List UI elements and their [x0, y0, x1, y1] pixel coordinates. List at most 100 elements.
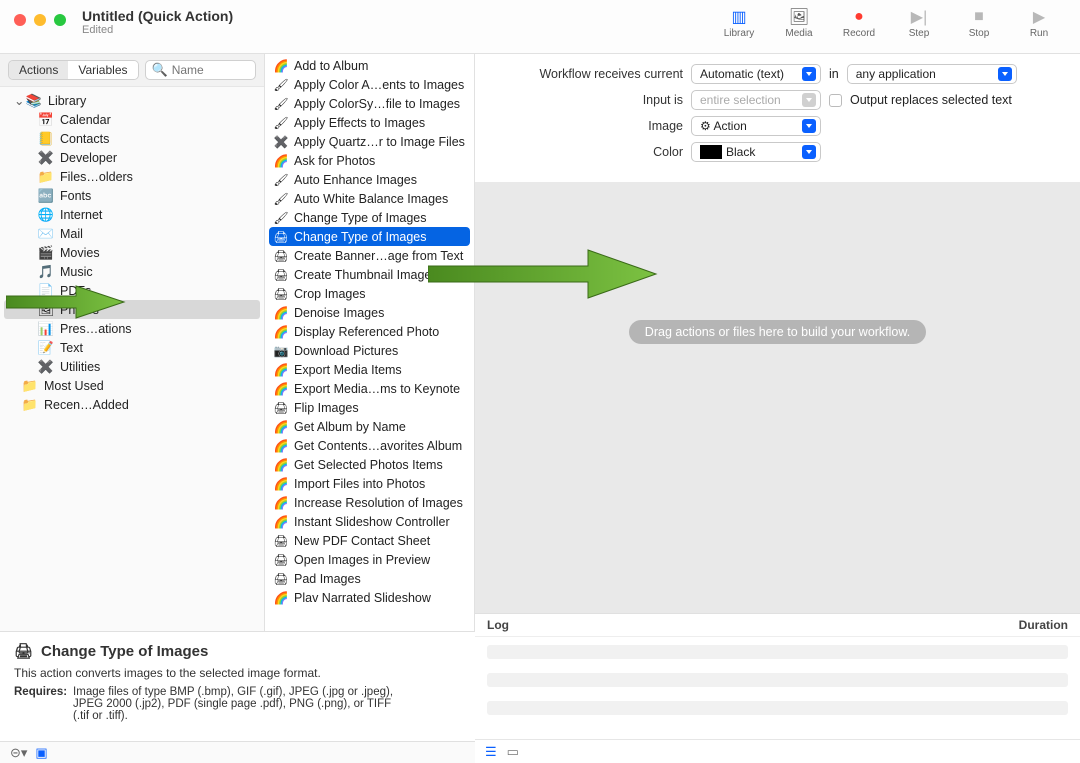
description-title: Change Type of Images [41, 643, 208, 660]
library-item-text[interactable]: 📝Text [0, 338, 264, 357]
action-get-album-by-name[interactable]: 🌈Get Album by Name [265, 417, 474, 436]
library-item-pres-ations[interactable]: 📊Pres…ations [0, 319, 264, 338]
log-col-log: Log [487, 618, 1019, 632]
workflow-config: Workflow receives current Automatic (tex… [475, 54, 1080, 182]
checkbox-output-replaces[interactable] [829, 94, 842, 107]
titlebar: Untitled (Quick Action) Edited ▥ Library… [0, 0, 1080, 54]
log-panel: Log Duration ☰ ▭ [475, 613, 1080, 763]
action-increase-resolution-of-images[interactable]: 🌈Increase Resolution of Images [265, 493, 474, 512]
log-view-flow-icon[interactable]: ▭ [507, 744, 519, 760]
step-button[interactable]: ▶| Step [898, 8, 940, 39]
search-input[interactable] [172, 63, 249, 77]
description-panel: 🖨 Change Type of Images This action conv… [0, 631, 475, 741]
preview-app-icon: 🖨 [14, 642, 33, 660]
window-controls [14, 14, 66, 26]
action-new-pdf-contact-sheet[interactable]: 🖨New PDF Contact Sheet [265, 531, 474, 550]
library-item-mail[interactable]: ✉️Mail [0, 224, 264, 243]
action-display-referenced-photo[interactable]: 🌈Display Referenced Photo [265, 322, 474, 341]
run-button[interactable]: ▶ Run [1018, 8, 1060, 39]
requires-text: Image files of type BMP (.bmp), GIF (.gi… [73, 686, 403, 722]
action-pad-images[interactable]: 🖨Pad Images [265, 569, 474, 588]
library-item-movies[interactable]: 🎬Movies [0, 243, 264, 262]
config-label-image: Image [519, 119, 683, 133]
search-field[interactable]: 🔍 [145, 60, 257, 80]
library-item-utilities[interactable]: ✖️Utilities [0, 357, 264, 376]
library-root[interactable]: ⌄📚Library [0, 91, 264, 110]
popup-image[interactable]: ⚙︎ Action [691, 116, 821, 136]
library-item-photos[interactable]: 🖼Photos [4, 300, 260, 319]
action-auto-enhance-images[interactable]: 🖌Auto Enhance Images [265, 170, 474, 189]
tab-actions[interactable]: Actions [9, 61, 68, 79]
action-apply-color-a-ents-to-images[interactable]: 🖌Apply Color A…ents to Images [265, 75, 474, 94]
log-view-list-icon[interactable]: ☰ [485, 744, 497, 760]
library-item-contacts[interactable]: 📒Contacts [0, 129, 264, 148]
workflow-canvas[interactable]: Drag actions or files here to build your… [475, 182, 1080, 613]
checkbox-output-label: Output replaces selected text [850, 93, 1012, 107]
library-button[interactable]: ▥ Library [718, 8, 760, 39]
popup-color[interactable]: Black [691, 142, 821, 162]
action-change-type-of-images[interactable]: 🖌Change Type of Images [265, 208, 474, 227]
action-plav-narrated-slideshow[interactable]: 🌈Plav Narrated Slideshow [265, 588, 474, 607]
workflow-mode-icon[interactable]: ▣ [35, 745, 47, 761]
options-icon[interactable]: ⊝▾ [10, 745, 27, 761]
action-instant-slideshow-controller[interactable]: 🌈Instant Slideshow Controller [265, 512, 474, 531]
drop-hint: Drag actions or files here to build your… [629, 320, 926, 344]
action-auto-white-balance-images[interactable]: 🖌Auto White Balance Images [265, 189, 474, 208]
action-apply-effects-to-images[interactable]: 🖌Apply Effects to Images [265, 113, 474, 132]
action-apply-colorsy-file-to-images[interactable]: 🖌Apply ColorSy…file to Images [265, 94, 474, 113]
toolbar: ▥ Library 🖼 Media ● Record ▶| Step ■ Sto… [718, 8, 1066, 39]
popup-receives[interactable]: Automatic (text) [691, 64, 821, 84]
record-button[interactable]: ● Record [838, 8, 880, 39]
popup-input-is[interactable]: entire selection [691, 90, 821, 110]
tab-variables[interactable]: Variables [68, 61, 137, 79]
action-get-contents-avorites-album[interactable]: 🌈Get Contents…avorites Album [265, 436, 474, 455]
description-body: This action converts images to the selec… [14, 666, 461, 680]
main-panel: Workflow receives current Automatic (tex… [475, 54, 1080, 763]
action-flip-images[interactable]: 🖨Flip Images [265, 398, 474, 417]
minimize-window-button[interactable] [34, 14, 46, 26]
popup-application[interactable]: any application [847, 64, 1017, 84]
action-apply-quartz-r-to-image-files[interactable]: ✖️Apply Quartz…r to Image Files [265, 132, 474, 151]
library-item-developer[interactable]: ✖️Developer [0, 148, 264, 167]
zoom-window-button[interactable] [54, 14, 66, 26]
stop-icon: ■ [967, 8, 991, 26]
action-ask-for-photos[interactable]: 🌈Ask for Photos [265, 151, 474, 170]
action-import-files-into-photos[interactable]: 🌈Import Files into Photos [265, 474, 474, 493]
library-item-pdfs[interactable]: 📄PDFs [0, 281, 264, 300]
library-item-music[interactable]: 🎵Music [0, 262, 264, 281]
step-icon: ▶| [907, 8, 931, 26]
action-export-media-ms-to-keynote[interactable]: 🌈Export Media…ms to Keynote [265, 379, 474, 398]
action-get-selected-photos-items[interactable]: 🌈Get Selected Photos Items [265, 455, 474, 474]
action-crop-images[interactable]: 🖨Crop Images [265, 284, 474, 303]
action-add-to-album[interactable]: 🌈Add to Album [265, 56, 474, 75]
run-icon: ▶ [1027, 8, 1051, 26]
config-label-color: Color [519, 145, 683, 159]
library-item-internet[interactable]: 🌐Internet [0, 205, 264, 224]
log-col-duration: Duration [1019, 618, 1068, 632]
library-smart-most-used[interactable]: 📁Most Used [0, 376, 264, 395]
search-icon: 🔍 [152, 62, 168, 78]
action-open-images-in-preview[interactable]: 🖨Open Images in Preview [265, 550, 474, 569]
library-smart-recen-added[interactable]: 📁Recen…Added [0, 395, 264, 414]
action-export-media-items[interactable]: 🌈Export Media Items [265, 360, 474, 379]
close-window-button[interactable] [14, 14, 26, 26]
log-footer: ☰ ▭ [475, 739, 1080, 763]
title-block: Untitled (Quick Action) Edited [82, 8, 233, 36]
library-item-calendar[interactable]: 📅Calendar [0, 110, 264, 129]
action-create-thumbnail-images[interactable]: 🖨Create Thumbnail Images [265, 265, 474, 284]
log-rows [475, 637, 1080, 739]
library-item-files-olders[interactable]: 📁Files…olders [0, 167, 264, 186]
media-button[interactable]: 🖼 Media [778, 8, 820, 39]
action-download-pictures[interactable]: 📷Download Pictures [265, 341, 474, 360]
window-subtitle: Edited [82, 24, 233, 36]
action-create-banner-age-from-text[interactable]: 🖨Create Banner…age from Text [265, 246, 474, 265]
record-icon: ● [847, 8, 871, 26]
window-title: Untitled (Quick Action) [82, 8, 233, 24]
config-label-receives: Workflow receives current [519, 67, 683, 81]
action-denoise-images[interactable]: 🌈Denoise Images [265, 303, 474, 322]
library-item-fonts[interactable]: 🔤Fonts [0, 186, 264, 205]
library-icon: ▥ [727, 8, 751, 26]
config-label-input: Input is [519, 93, 683, 107]
action-change-type-of-images[interactable]: 🖨Change Type of Images [269, 227, 470, 246]
stop-button[interactable]: ■ Stop [958, 8, 1000, 39]
